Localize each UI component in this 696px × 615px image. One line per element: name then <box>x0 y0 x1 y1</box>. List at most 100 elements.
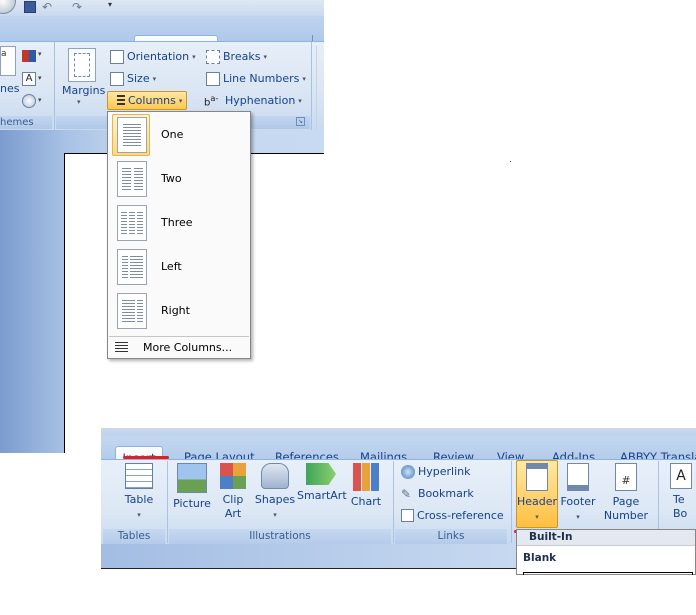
page-number-label: Page Number <box>603 495 649 522</box>
picture-label: Picture <box>173 497 211 510</box>
smartart-button[interactable]: SmartArt <box>297 463 347 503</box>
bookmark-button[interactable]: ✎ Bookmark <box>401 484 474 503</box>
one-column-icon <box>117 117 147 153</box>
more-columns-icon <box>115 342 128 353</box>
title-bar: ↶ ↷ ▾ <box>0 0 324 16</box>
page-number-button[interactable]: # Page Number <box>599 463 653 523</box>
quick-access-more-icon[interactable]: ▾ <box>108 0 112 9</box>
columns-option-left[interactable]: Left <box>109 245 249 289</box>
clip-art-icon <box>220 463 246 489</box>
columns-option-one[interactable]: One <box>109 113 249 157</box>
cross-reference-label: Cross-reference <box>417 509 504 522</box>
table-button[interactable]: Table ▾ <box>119 463 159 522</box>
more-columns-label: More Columns... <box>143 341 233 354</box>
hyphenation-button[interactable]: ba- Hyphenation ▾ <box>204 91 302 110</box>
margins-button[interactable]: Margins <box>62 84 105 97</box>
header-button[interactable]: Header ▾ <box>516 463 558 524</box>
theme-colors-icon[interactable] <box>22 50 36 62</box>
themes-button-label[interactable]: nes <box>0 82 19 95</box>
clip-art-label: Clip Art <box>222 493 244 520</box>
chart-label: Chart <box>350 495 382 508</box>
breaks-button[interactable]: Breaks ▾ <box>206 47 267 66</box>
smartart-label: SmartArt <box>297 489 347 502</box>
ribbon-tab-strip: Home Insert Page Layout References <box>0 16 324 57</box>
shapes-icon <box>261 463 289 489</box>
dialog-launcher-icon[interactable]: ↘ <box>296 117 305 126</box>
links-group-label: Links <box>395 529 507 544</box>
cross-reference-icon <box>401 509 414 522</box>
footer-label: Footer <box>560 495 596 508</box>
hyphenation-icon: ba- <box>204 92 219 109</box>
more-columns-item[interactable]: More Columns... <box>109 336 249 358</box>
line-numbers-label: Line Numbers <box>223 72 300 85</box>
size-button[interactable]: Size ▾ <box>110 69 156 88</box>
blank-header-option[interactable]: Blank <box>523 552 556 564</box>
bookmark-icon: ✎ <box>401 486 412 501</box>
themes-icon[interactable]: a <box>0 46 16 76</box>
columns-button[interactable]: Columns ▾ <box>107 91 187 110</box>
text-box-button-partial[interactable]: A Te Bo <box>667 463 696 521</box>
insert-tab-annotation <box>123 456 169 459</box>
shapes-label: Shapes <box>254 493 296 506</box>
cross-reference-button[interactable]: Cross-reference <box>401 506 504 525</box>
breaks-icon <box>206 49 220 64</box>
hyperlink-icon <box>401 464 415 479</box>
columns-option-right[interactable]: Right <box>109 289 249 333</box>
blank-header-preview[interactable] <box>523 572 693 575</box>
size-label: Size <box>127 72 150 85</box>
header-label: Header <box>516 495 558 508</box>
left-column-icon <box>117 249 147 285</box>
clip-art-button[interactable]: Clip Art <box>215 463 251 521</box>
header-dropdown: Built-In Blank <box>516 529 696 575</box>
footer-icon <box>567 463 589 491</box>
ribbon-tab-strip: Insert Page Layout References Mailings R… <box>101 436 696 468</box>
insert-ribbon-screenshot: Insert Page Layout References Mailings R… <box>101 428 696 575</box>
breaks-label: Breaks <box>223 50 261 63</box>
three-columns-icon <box>117 205 147 241</box>
bookmark-label: Bookmark <box>418 487 474 500</box>
line-numbers-button[interactable]: Line Numbers ▾ <box>206 69 306 88</box>
orientation-button[interactable]: Orientation ▾ <box>110 47 196 66</box>
columns-option-two[interactable]: Two <box>109 157 249 201</box>
document-page-top[interactable] <box>101 568 516 575</box>
hyperlink-button[interactable]: Hyperlink <box>401 462 471 481</box>
hyperlink-label: Hyperlink <box>418 465 471 478</box>
tables-group-label: Tables <box>103 529 165 544</box>
orientation-label: Orientation <box>127 50 190 63</box>
table-label: Table <box>124 493 154 506</box>
text-box-icon: A <box>670 463 692 489</box>
right-column-icon <box>117 293 147 329</box>
columns-option-label: Three <box>161 216 193 229</box>
footer-button[interactable]: Footer ▾ <box>559 463 597 524</box>
columns-option-three[interactable]: Three <box>109 201 249 245</box>
hyphenation-label: Hyphenation <box>225 94 296 107</box>
themes-group-label: hemes <box>0 116 52 129</box>
columns-option-label: Left <box>161 260 182 273</box>
header-icon <box>526 463 548 491</box>
columns-dropdown-menu: One Two Three Left Right More Columns... <box>107 111 251 359</box>
office-button-icon[interactable] <box>0 0 16 14</box>
table-icon <box>125 463 153 489</box>
shapes-button[interactable]: Shapes ▾ <box>253 463 297 522</box>
stray-dot <box>510 161 511 162</box>
line-numbers-icon <box>206 71 220 86</box>
next-group-partial <box>316 46 324 130</box>
chart-icon <box>353 463 379 491</box>
picture-icon <box>177 463 207 493</box>
theme-effects-icon[interactable] <box>22 94 36 108</box>
chart-button[interactable]: Chart <box>347 463 385 509</box>
text-box-label: Te Bo <box>673 493 688 520</box>
illustrations-group-label: Illustrations <box>169 529 391 544</box>
built-in-section-header: Built-In <box>517 530 695 546</box>
redo-icon[interactable]: ↷ <box>72 0 82 14</box>
undo-icon[interactable]: ↶ <box>42 0 52 14</box>
theme-fonts-icon[interactable]: A <box>22 72 36 86</box>
columns-option-label: One <box>161 128 184 141</box>
save-icon[interactable] <box>24 1 36 13</box>
margins-icon[interactable] <box>68 48 96 82</box>
columns-option-label: Right <box>161 304 190 317</box>
built-in-label: Built-In <box>529 531 573 543</box>
picture-button[interactable]: Picture <box>171 463 213 511</box>
smartart-icon <box>306 463 336 485</box>
columns-label: Columns <box>128 94 176 107</box>
